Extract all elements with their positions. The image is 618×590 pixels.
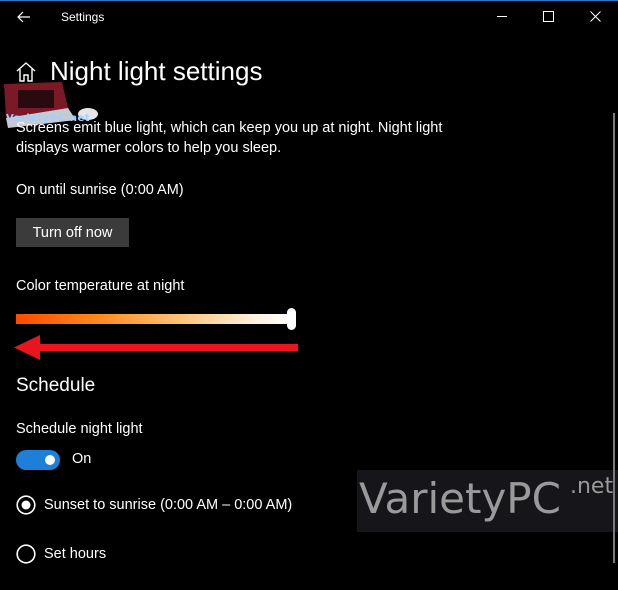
schedule-heading: Schedule <box>16 375 96 396</box>
back-button[interactable] <box>8 1 40 32</box>
radio-set-hours[interactable] <box>16 544 36 564</box>
minimize-button[interactable] <box>479 1 525 32</box>
schedule-toggle[interactable] <box>16 450 60 470</box>
back-arrow-icon <box>17 11 30 22</box>
status-text: On until sunrise (0:00 AM) <box>16 182 184 198</box>
annotation-arrow <box>14 335 298 360</box>
schedule-night-light-label: Schedule night light <box>16 421 143 437</box>
watermark-banner: VarietyPC .net <box>357 470 618 532</box>
color-temperature-slider[interactable] <box>16 314 293 324</box>
toggle-knob <box>45 455 55 465</box>
radio-sunset-to-sunrise[interactable] <box>16 495 36 515</box>
close-icon <box>589 11 601 22</box>
watermark-suffix: .net <box>570 474 614 499</box>
toggle-state-text: On <box>72 451 92 467</box>
radio-sunset-label: Sunset to sunrise (0:00 AM – 0:00 AM) <box>44 497 293 513</box>
description-text: Screens emit blue light, which can keep … <box>16 120 443 156</box>
title-bar: Settings <box>0 1 618 32</box>
watermark-text: VarietyPC <box>359 474 561 523</box>
scrollbar[interactable] <box>613 113 615 563</box>
color-temperature-label: Color temperature at night <box>16 278 185 294</box>
turn-off-now-button[interactable]: Turn off now <box>16 218 129 247</box>
close-button[interactable] <box>572 1 618 32</box>
maximize-icon <box>542 11 554 22</box>
maximize-button[interactable] <box>525 1 571 32</box>
radio-set-hours-label: Set hours <box>44 546 107 562</box>
color-temperature-slider-thumb[interactable] <box>287 308 296 330</box>
minimize-icon <box>496 16 507 17</box>
window-title: Settings <box>61 10 105 24</box>
